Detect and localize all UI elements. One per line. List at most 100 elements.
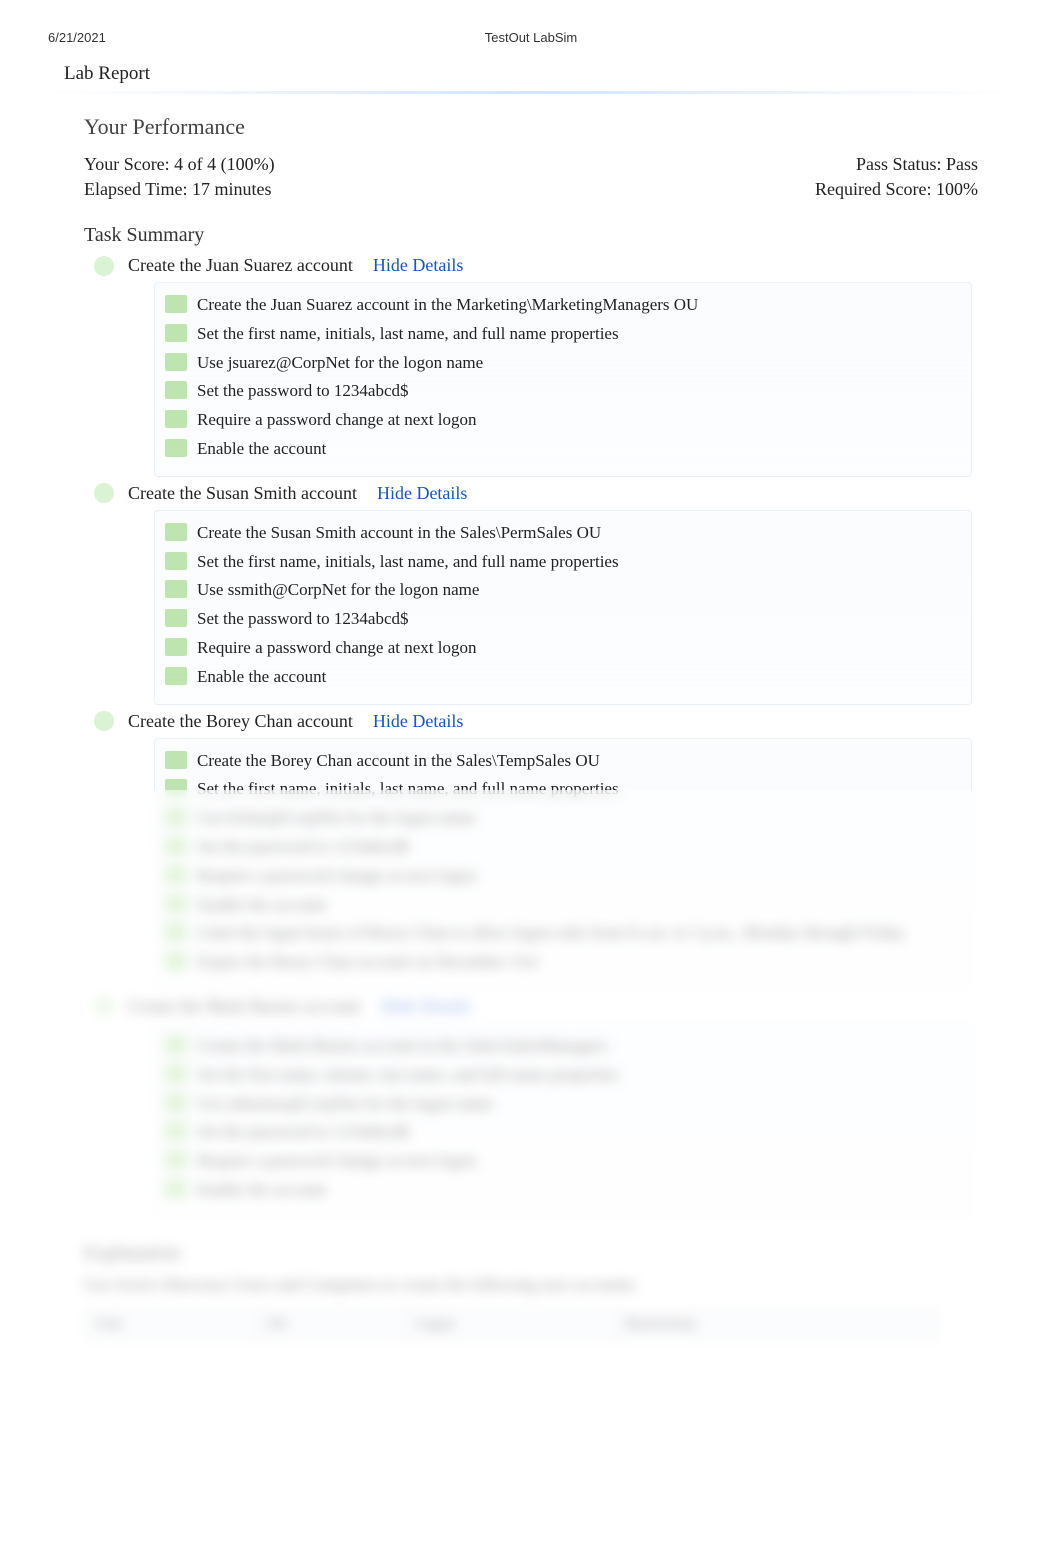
check-icon (165, 324, 187, 342)
check-icon (165, 580, 187, 598)
detail-item: Set the first name, initials, last name,… (165, 550, 957, 574)
task-header: Create the Borey Chan account Hide Detail… (84, 711, 978, 732)
check-icon (165, 1036, 187, 1054)
check-icon (165, 952, 187, 970)
detail-item: Require a password change at next logon (165, 864, 957, 888)
hide-details-link[interactable]: Hide Details (373, 255, 463, 276)
task: Create the Susan Smith account Hide Detai… (84, 483, 978, 705)
detail-text: Expire the Borey Chan account on Decembe… (197, 950, 538, 974)
check-icon (165, 638, 187, 656)
detail-item: Create the Borey Chan account in the Sal… (165, 749, 957, 773)
detail-item: Set the first name, initials, last name,… (165, 1063, 957, 1087)
detail-item: Set the password to 1234abcd$ (165, 1120, 957, 1144)
detail-item: Set the first name, initials, last name,… (165, 777, 957, 801)
detail-item: Use jsuarez@CorpNet for the logon name (165, 351, 957, 375)
task-summary-title: Task Summary (84, 224, 978, 247)
detail-item: Set the password to 1234abcd$ (165, 607, 957, 631)
detail-item: Create the Mark Burnes account in the Sa… (165, 1034, 957, 1058)
score-label: Your Score: 4 of 4 (100%) (84, 154, 275, 175)
pass-status: Pass Status: Pass (856, 154, 978, 175)
task: Create the Borey Chan account Hide Detail… (84, 711, 978, 990)
detail-text: Set the password to 1234abcd$ (197, 1120, 409, 1144)
table-header: Logon (405, 1309, 615, 1339)
performance-title: Your Performance (84, 114, 978, 140)
check-icon (165, 552, 187, 570)
check-icon (165, 609, 187, 627)
check-icon (165, 1151, 187, 1169)
header-title: TestOut LabSim (248, 30, 814, 45)
detail-text: Set the password to 1234abcd$ (197, 835, 409, 859)
detail-text: Set the first name, initials, last name,… (197, 322, 619, 346)
task-title: Create the Mark Burnes account (128, 996, 361, 1017)
table-header: User (85, 1309, 257, 1339)
check-icon (165, 1065, 187, 1083)
hide-details-link[interactable]: Hide Details (381, 996, 471, 1017)
table-header: Restrictions (615, 1309, 938, 1339)
detail-text: Use bchan@CorpNet for the logon name (197, 806, 476, 830)
check-icon (165, 667, 187, 685)
task-title: Create the Borey Chan account (128, 711, 353, 732)
check-icon (165, 837, 187, 855)
check-icon (165, 895, 187, 913)
details-box: Create the Susan Smith account in the Sa… (154, 510, 972, 705)
detail-item: Limit the logon hours of Borey Chan to a… (165, 921, 957, 945)
detail-text: Require a password change at next logon (197, 864, 476, 888)
hide-details-link[interactable]: Hide Details (377, 483, 467, 504)
details-box: Create the Mark Burnes account in the Sa… (154, 1023, 972, 1218)
detail-text: Use ssmith@CorpNet for the logon name (197, 578, 479, 602)
detail-item: Enable the account (165, 437, 957, 461)
detail-text: Enable the account (197, 437, 326, 461)
check-icon (165, 1094, 187, 1112)
check-icon (94, 711, 114, 731)
detail-text: Set the first name, initials, last name,… (197, 550, 619, 574)
detail-text: Enable the account (197, 1178, 326, 1202)
detail-item: Enable the account (165, 665, 957, 689)
detail-item: Use ssmith@CorpNet for the logon name (165, 578, 957, 602)
check-icon (165, 381, 187, 399)
explanation-table: UserOULogonRestrictions (84, 1309, 978, 1340)
details-box: Create the Juan Suarez account in the Ma… (154, 282, 972, 477)
check-icon (165, 353, 187, 371)
check-icon (165, 410, 187, 428)
task: Create the Mark Burnes account Hide Detai… (84, 996, 978, 1218)
table-header: OU (256, 1309, 405, 1339)
detail-text: Create the Borey Chan account in the Sal… (197, 749, 600, 773)
explanation-intro: Use Active Directory Users and Computers… (84, 1275, 978, 1295)
detail-item: Enable the account (165, 1178, 957, 1202)
task: Create the Juan Suarez accountHide Detai… (84, 255, 978, 477)
detail-item: Expire the Borey Chan account on Decembe… (165, 950, 957, 974)
check-icon (94, 256, 114, 276)
detail-text: Require a password change at next logon (197, 408, 476, 432)
hide-details-link[interactable]: Hide Details (373, 711, 463, 732)
detail-text: Set the password to 1234abcd$ (197, 607, 409, 631)
detail-item: Set the first name, initials, last name,… (165, 322, 957, 346)
detail-item: Set the password to 1234abcd$ (165, 835, 957, 859)
check-icon (165, 808, 187, 826)
check-icon (165, 1180, 187, 1198)
detail-text: Set the first name, initials, last name,… (197, 777, 619, 801)
check-icon (165, 866, 187, 884)
detail-item: Require a password change at next logon (165, 408, 957, 432)
check-icon (165, 295, 187, 313)
detail-text: Create the Mark Burnes account in the Sa… (197, 1034, 607, 1058)
required-score: Required Score: 100% (815, 179, 978, 200)
task-title: Create the Susan Smith account (128, 483, 357, 504)
report-title: Lab Report (64, 63, 1014, 85)
detail-item: Require a password change at next logon (165, 636, 957, 660)
detail-item: Use bchan@CorpNet for the logon name (165, 806, 957, 830)
explanation-title: Explanation (84, 1242, 978, 1265)
detail-text: Require a password change at next logon (197, 636, 476, 660)
divider (48, 91, 1014, 94)
detail-text: Enable the account (197, 893, 326, 917)
detail-item: Create the Juan Suarez account in the Ma… (165, 293, 957, 317)
detail-item: Enable the account (165, 893, 957, 917)
check-icon (165, 779, 187, 797)
check-icon (94, 483, 114, 503)
check-icon (165, 751, 187, 769)
check-icon (165, 923, 187, 941)
detail-text: Set the password to 1234abcd$ (197, 379, 409, 403)
task-header: Create the Juan Suarez accountHide Detai… (84, 255, 978, 276)
check-icon (94, 996, 114, 1016)
detail-text: Use mburnes@CorpNet for the logon name (197, 1092, 494, 1116)
detail-text: Limit the logon hours of Borey Chan to a… (197, 921, 905, 945)
